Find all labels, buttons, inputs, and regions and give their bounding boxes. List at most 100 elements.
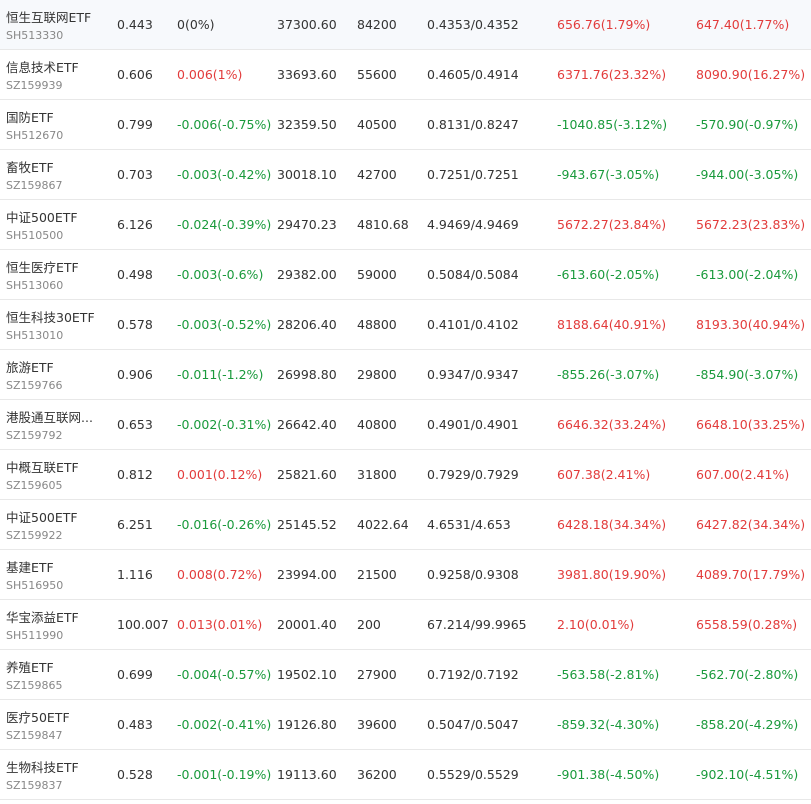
volume: 48800 [357, 317, 397, 332]
value-change-1: 6371.76(23.32%) [557, 67, 667, 82]
value-change-2: 6427.82(34.34%) [696, 517, 806, 532]
fund-name-cell[interactable]: 信息技术ETF SZ159939 [6, 50, 106, 99]
table-row[interactable]: 港股通互联网... SZ159792 0.653 -0.002(-0.31%) … [0, 400, 811, 450]
table-row[interactable]: 生物科技ETF SZ159837 0.528 -0.001(-0.19%) 19… [0, 750, 811, 800]
fund-name-cell[interactable]: 医疗50ETF SZ159847 [6, 700, 106, 749]
fund-name[interactable]: 养殖ETF [6, 657, 54, 676]
fund-name[interactable]: 恒生医疗ETF [6, 257, 79, 276]
price-range: 0.4605/0.4914 [427, 67, 519, 82]
table-row[interactable]: 恒生互联网ETF SH513330 0.443 0(0%) 37300.60 8… [0, 0, 811, 50]
fund-name-cell[interactable]: 港股通互联网... SZ159792 [6, 400, 106, 449]
fund-name[interactable]: 港股通互联网... [6, 407, 93, 426]
fund-name[interactable]: 信息技术ETF [6, 57, 79, 76]
value-change-2: -562.70(-2.80%) [696, 667, 799, 682]
table-row[interactable]: 恒生科技30ETF SH513010 0.578 -0.003(-0.52%) … [0, 300, 811, 350]
volume: 4810.68 [357, 217, 409, 232]
fund-name-cell[interactable]: 恒生科技30ETF SH513010 [6, 300, 106, 349]
volume: 31800 [357, 467, 397, 482]
price: 0.703 [117, 167, 153, 182]
fund-name-cell[interactable]: 国防ETF SH512670 [6, 100, 106, 149]
volume: 27900 [357, 667, 397, 682]
table-row[interactable]: 医疗50ETF SZ159847 0.483 -0.002(-0.41%) 19… [0, 700, 811, 750]
value-change-1: 8188.64(40.91%) [557, 317, 667, 332]
fund-name-cell[interactable]: 生物科技ETF SZ159837 [6, 750, 106, 799]
price: 0.699 [117, 667, 153, 682]
volume: 39600 [357, 717, 397, 732]
fund-name[interactable]: 恒生互联网ETF [6, 7, 91, 26]
price-change: -0.001(-0.19%) [177, 767, 272, 782]
fund-name-cell[interactable]: 中证500ETF SZ159922 [6, 500, 106, 549]
price: 0.578 [117, 317, 153, 332]
fund-code: SH516950 [6, 579, 64, 592]
price: 0.812 [117, 467, 153, 482]
price-change: -0.024(-0.39%) [177, 217, 272, 232]
table-row[interactable]: 旅游ETF SZ159766 0.906 -0.011(-1.2%) 26998… [0, 350, 811, 400]
price: 6.126 [117, 217, 153, 232]
table-row[interactable]: 中证500ETF SZ159922 6.251 -0.016(-0.26%) 2… [0, 500, 811, 550]
value-change-1: -855.26(-3.07%) [557, 367, 660, 382]
table-row[interactable]: 华宝添益ETF SH511990 100.007 0.013(0.01%) 20… [0, 600, 811, 650]
value-change-2: 8090.90(16.27%) [696, 67, 806, 82]
fund-name[interactable]: 基建ETF [6, 557, 54, 576]
fund-name-cell[interactable]: 基建ETF SH516950 [6, 550, 106, 599]
volume: 84200 [357, 17, 397, 32]
value-change-1: -613.60(-2.05%) [557, 267, 660, 282]
table-row[interactable]: 基建ETF SH516950 1.116 0.008(0.72%) 23994.… [0, 550, 811, 600]
fund-name-cell[interactable]: 恒生互联网ETF SH513330 [6, 0, 106, 49]
value-change-2: -902.10(-4.51%) [696, 767, 799, 782]
price-change: -0.006(-0.75%) [177, 117, 272, 132]
fund-name-cell[interactable]: 华宝添益ETF SH511990 [6, 600, 106, 649]
fund-name[interactable]: 中证500ETF [6, 507, 78, 526]
table-row[interactable]: 养殖ETF SZ159865 0.699 -0.004(-0.57%) 1950… [0, 650, 811, 700]
price-range: 0.4353/0.4352 [427, 17, 519, 32]
price-change: -0.003(-0.52%) [177, 317, 272, 332]
price-range: 0.7929/0.7929 [427, 467, 519, 482]
price-range: 0.7192/0.7192 [427, 667, 519, 682]
price-change: 0.008(0.72%) [177, 567, 263, 582]
fund-name[interactable]: 中证500ETF [6, 207, 78, 226]
table-row[interactable]: 信息技术ETF SZ159939 0.606 0.006(1%) 33693.6… [0, 50, 811, 100]
fund-name-cell[interactable]: 中证500ETF SH510500 [6, 200, 106, 249]
table-row[interactable]: 国防ETF SH512670 0.799 -0.006(-0.75%) 3235… [0, 100, 811, 150]
volume: 59000 [357, 267, 397, 282]
fund-name[interactable]: 华宝添益ETF [6, 607, 79, 626]
fund-code: SZ159837 [6, 779, 63, 792]
volume: 29800 [357, 367, 397, 382]
table-row[interactable]: 中概互联ETF SZ159605 0.812 0.001(0.12%) 2582… [0, 450, 811, 500]
fund-name-cell[interactable]: 畜牧ETF SZ159867 [6, 150, 106, 199]
price-change: -0.002(-0.31%) [177, 417, 272, 432]
price-range: 0.5047/0.5047 [427, 717, 519, 732]
table-row[interactable]: 畜牧ETF SZ159867 0.703 -0.003(-0.42%) 3001… [0, 150, 811, 200]
price: 0.606 [117, 67, 153, 82]
price-change: -0.003(-0.42%) [177, 167, 272, 182]
turnover-amount: 19502.10 [277, 667, 337, 682]
fund-name[interactable]: 国防ETF [6, 107, 54, 126]
table-row[interactable]: 中证500ETF SH510500 6.126 -0.024(-0.39%) 2… [0, 200, 811, 250]
fund-name-cell[interactable]: 养殖ETF SZ159865 [6, 650, 106, 699]
value-change-2: 647.40(1.77%) [696, 17, 790, 32]
price-change: 0(0%) [177, 17, 215, 32]
fund-name[interactable]: 医疗50ETF [6, 707, 70, 726]
table-row[interactable]: 恒生医疗ETF SH513060 0.498 -0.003(-0.6%) 293… [0, 250, 811, 300]
fund-name-cell[interactable]: 恒生医疗ETF SH513060 [6, 250, 106, 299]
fund-code: SZ159922 [6, 529, 63, 542]
fund-name[interactable]: 生物科技ETF [6, 757, 79, 776]
turnover-amount: 32359.50 [277, 117, 337, 132]
turnover-amount: 29382.00 [277, 267, 337, 282]
value-change-2: -570.90(-0.97%) [696, 117, 799, 132]
fund-name[interactable]: 旅游ETF [6, 357, 54, 376]
fund-name[interactable]: 畜牧ETF [6, 157, 54, 176]
fund-code: SH513060 [6, 279, 64, 292]
fund-code: SZ159847 [6, 729, 63, 742]
fund-name[interactable]: 恒生科技30ETF [6, 307, 95, 326]
fund-name[interactable]: 中概互联ETF [6, 457, 79, 476]
fund-name-cell[interactable]: 中概互联ETF SZ159605 [6, 450, 106, 499]
value-change-2: 4089.70(17.79%) [696, 567, 806, 582]
fund-code: SH512670 [6, 129, 64, 142]
price-range: 0.5529/0.5529 [427, 767, 519, 782]
volume: 55600 [357, 67, 397, 82]
value-change-2: 5672.23(23.83%) [696, 217, 806, 232]
value-change-1: 6646.32(33.24%) [557, 417, 667, 432]
price-change: -0.003(-0.6%) [177, 267, 264, 282]
fund-name-cell[interactable]: 旅游ETF SZ159766 [6, 350, 106, 399]
